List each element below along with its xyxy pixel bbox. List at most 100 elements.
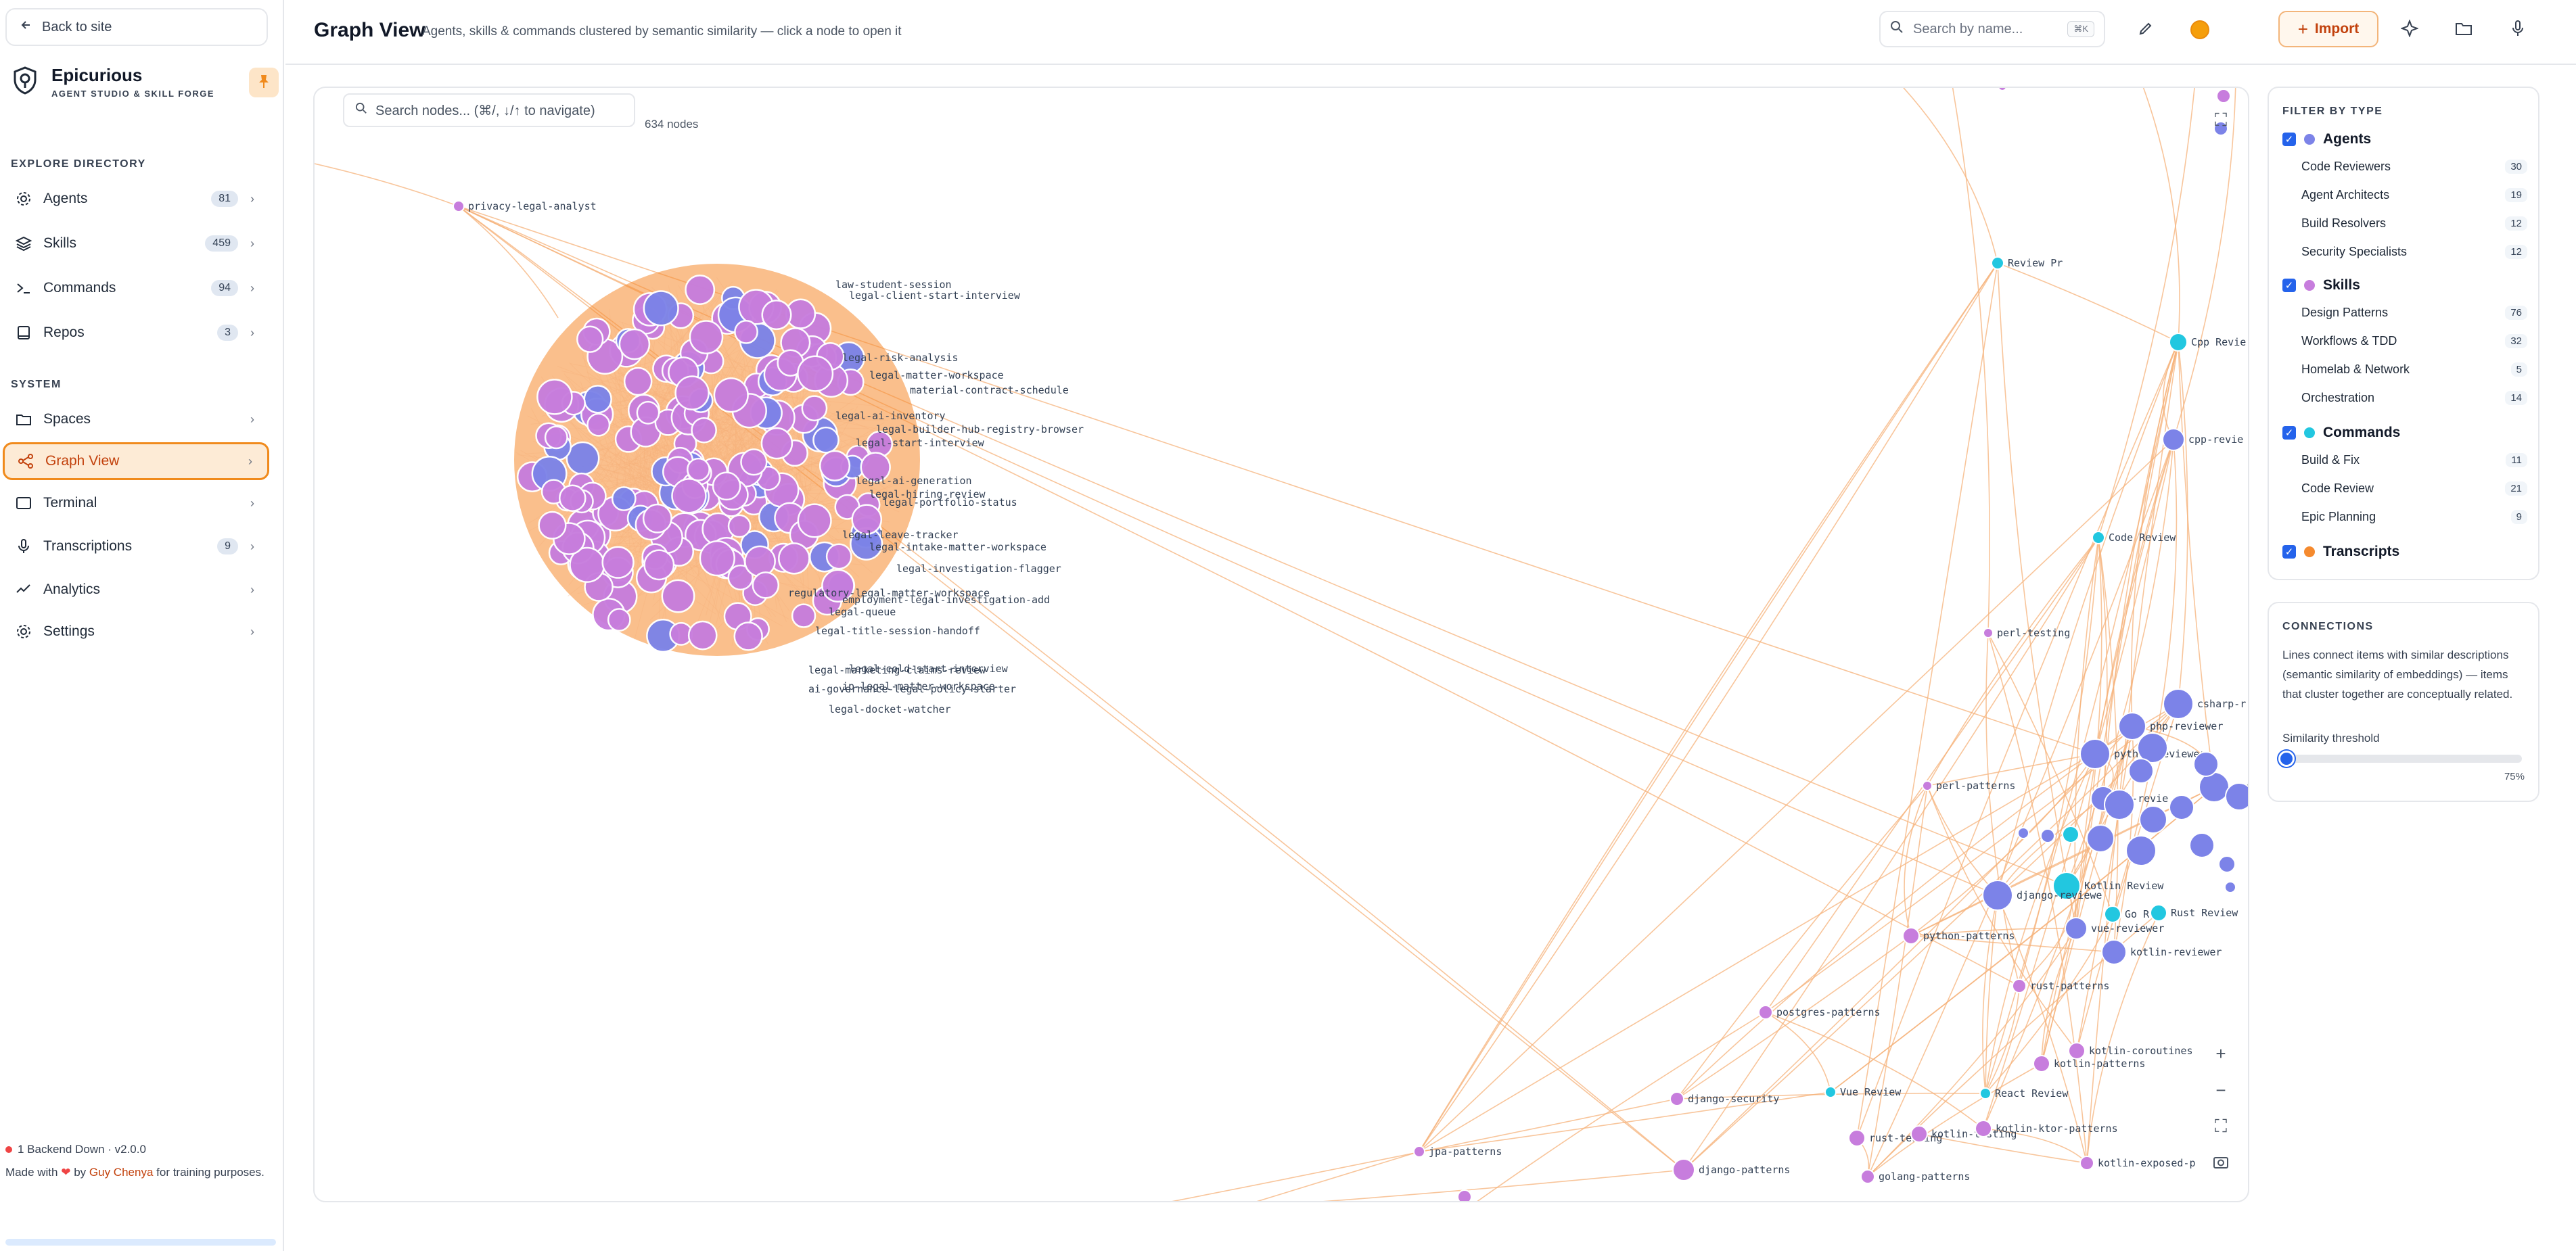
- cluster-node[interactable]: [733, 621, 763, 651]
- cluster-node[interactable]: [611, 486, 637, 511]
- cluster-node[interactable]: [674, 375, 710, 410]
- graph-node-cpp-review[interactable]: [2169, 333, 2188, 352]
- back-to-site-button[interactable]: Back to site: [5, 8, 268, 46]
- filter-sub-workflows-tdd[interactable]: Workflows & TDD 32: [2301, 334, 2527, 348]
- screenshot-button[interactable]: [2207, 1150, 2234, 1177]
- cluster-node[interactable]: [558, 484, 586, 512]
- cluster-node[interactable]: [713, 377, 749, 413]
- graph-node-rust-test[interactable]: [1848, 1129, 1866, 1147]
- cluster-node[interactable]: [576, 325, 604, 353]
- graph-node[interactable]: [2139, 805, 2167, 834]
- similarity-slider[interactable]: [2282, 755, 2522, 763]
- graph-svg[interactable]: law-student-sessionlegal-client-start-in…: [315, 88, 2249, 1202]
- graph-node-kotlin-test[interactable]: [1910, 1125, 1928, 1143]
- cluster-node[interactable]: [536, 379, 573, 415]
- cluster-node[interactable]: [661, 579, 695, 613]
- graph-node[interactable]: [2193, 751, 2219, 777]
- graph-node-perl-patterns[interactable]: [1922, 780, 1933, 791]
- filter-skills[interactable]: ✓ Skills: [2282, 277, 2360, 293]
- filter-agents[interactable]: ✓ Agents: [2282, 131, 2371, 147]
- cluster-node[interactable]: [734, 319, 758, 344]
- graph-node[interactable]: [1998, 88, 2007, 91]
- author-link[interactable]: Guy Chenya: [89, 1166, 154, 1179]
- cluster-node[interactable]: [643, 290, 679, 327]
- graph-node-vue-rev[interactable]: [2065, 917, 2088, 940]
- sidebar-item-graph-view[interactable]: Graph View ›: [3, 442, 269, 480]
- graph-node[interactable]: [2125, 835, 2157, 866]
- graph-node-kotlin-exp[interactable]: [2079, 1156, 2094, 1171]
- sidebar-item-repos[interactable]: Repos 3 ›: [3, 314, 269, 352]
- cluster-node[interactable]: [687, 620, 718, 651]
- graph-node-golang-pat[interactable]: [1860, 1169, 1875, 1184]
- graph-node-go-review[interactable]: [2104, 905, 2121, 923]
- filter-sub-agent-architects[interactable]: Agent Architects 19: [2301, 188, 2527, 202]
- graph-node[interactable]: [2169, 795, 2194, 820]
- graph-node[interactable]: [2225, 782, 2249, 811]
- sidebar-item-skills[interactable]: Skills 459 ›: [3, 225, 269, 262]
- cluster-node[interactable]: [583, 385, 612, 414]
- filter-sub-epic-planning[interactable]: Epic Planning 9: [2301, 510, 2527, 524]
- graph-node-csharp[interactable]: [2163, 688, 2194, 719]
- sidebar-item-analytics[interactable]: Analytics ›: [3, 571, 269, 609]
- graph-node-django-rev[interactable]: [1982, 880, 2013, 911]
- filter-transcripts[interactable]: ✓ Transcripts: [2282, 544, 2399, 560]
- cluster-node[interactable]: [687, 457, 710, 481]
- cluster-node[interactable]: [825, 543, 852, 570]
- sidebar-item-commands[interactable]: Commands 94 ›: [3, 269, 269, 307]
- graph-node-postgres[interactable]: [1758, 1005, 1773, 1020]
- cluster-node[interactable]: [671, 478, 707, 514]
- cluster-node[interactable]: [740, 448, 768, 476]
- graph-node-kotlin-ktor[interactable]: [1975, 1120, 1992, 1137]
- filter-sub-security-specialists[interactable]: Security Specialists 12: [2301, 245, 2527, 259]
- cluster-node[interactable]: [727, 514, 752, 538]
- cluster-node[interactable]: [801, 395, 828, 422]
- checkbox-commands[interactable]: ✓: [2282, 426, 2296, 440]
- graph-node[interactable]: [2189, 832, 2215, 858]
- cluster-node[interactable]: [819, 450, 851, 481]
- graph-search-input[interactable]: Search nodes... (⌘/, ↓/↑ to navigate): [343, 93, 635, 127]
- graph-node[interactable]: [2104, 789, 2135, 820]
- cluster-node[interactable]: [636, 400, 660, 425]
- cluster-node[interactable]: [618, 328, 651, 360]
- graph-node[interactable]: [1457, 1189, 1472, 1202]
- sidebar-item-settings[interactable]: Settings ›: [3, 613, 269, 651]
- sidebar-item-agents[interactable]: Agents 81 ›: [3, 180, 269, 218]
- graph-node[interactable]: [2062, 826, 2079, 843]
- cluster-node[interactable]: [586, 412, 611, 437]
- cluster-node[interactable]: [797, 503, 832, 538]
- graph-node-privacy[interactable]: [453, 200, 465, 212]
- cluster-node[interactable]: [544, 425, 568, 450]
- graph-node-kotlin-cor[interactable]: [2068, 1042, 2086, 1060]
- graph-node[interactable]: [2040, 828, 2055, 843]
- graph-node[interactable]: [2128, 758, 2154, 784]
- graph-node-cpp-reviewer[interactable]: [2162, 428, 2185, 451]
- graph-node-perl-testing[interactable]: [1983, 628, 1994, 638]
- graph-node-rust-pat[interactable]: [2012, 978, 2027, 993]
- graph-node[interactable]: [2017, 827, 2029, 839]
- edit-button[interactable]: [2134, 18, 2158, 42]
- cluster-node[interactable]: [691, 417, 717, 444]
- filter-sub-homelab-network[interactable]: Homelab & Network 5: [2301, 362, 2527, 377]
- graph-node-python-pat[interactable]: [1902, 927, 1920, 945]
- graph-node-django-sec[interactable]: [1670, 1091, 1684, 1106]
- filter-sub-design-patterns[interactable]: Design Patterns 76: [2301, 306, 2527, 320]
- graph-node-code-review[interactable]: [2092, 531, 2105, 544]
- graph-node-django-pat[interactable]: [1672, 1158, 1695, 1181]
- fullscreen-button[interactable]: ⛶: [2207, 107, 2234, 134]
- graph-node-python-rev[interactable]: [2079, 738, 2111, 770]
- graph-node[interactable]: [2224, 881, 2236, 893]
- sidebar-item-transcriptions[interactable]: Transcriptions 9 ›: [3, 527, 269, 565]
- filter-sub-build-fix[interactable]: Build & Fix 11: [2301, 453, 2527, 467]
- global-search-input[interactable]: Search by name... ⌘K: [1879, 11, 2105, 47]
- filter-commands[interactable]: ✓ Commands: [2282, 425, 2400, 441]
- graph-canvas[interactable]: law-student-session legal-client-start-in…: [313, 87, 2249, 1202]
- checkbox-agents[interactable]: ✓: [2282, 133, 2296, 146]
- graph-node-kotlin-pat[interactable]: [2033, 1055, 2050, 1072]
- cluster-node[interactable]: [812, 426, 840, 454]
- zoom-out-button[interactable]: −: [2207, 1077, 2234, 1104]
- cluster-node[interactable]: [778, 542, 810, 575]
- filter-sub-code-reviewers[interactable]: Code Reviewers 30: [2301, 160, 2527, 174]
- similarity-slider-handle[interactable]: [2278, 751, 2295, 767]
- filter-sub-orchestration[interactable]: Orchestration 14: [2301, 391, 2527, 405]
- import-button[interactable]: + Import: [2278, 11, 2378, 47]
